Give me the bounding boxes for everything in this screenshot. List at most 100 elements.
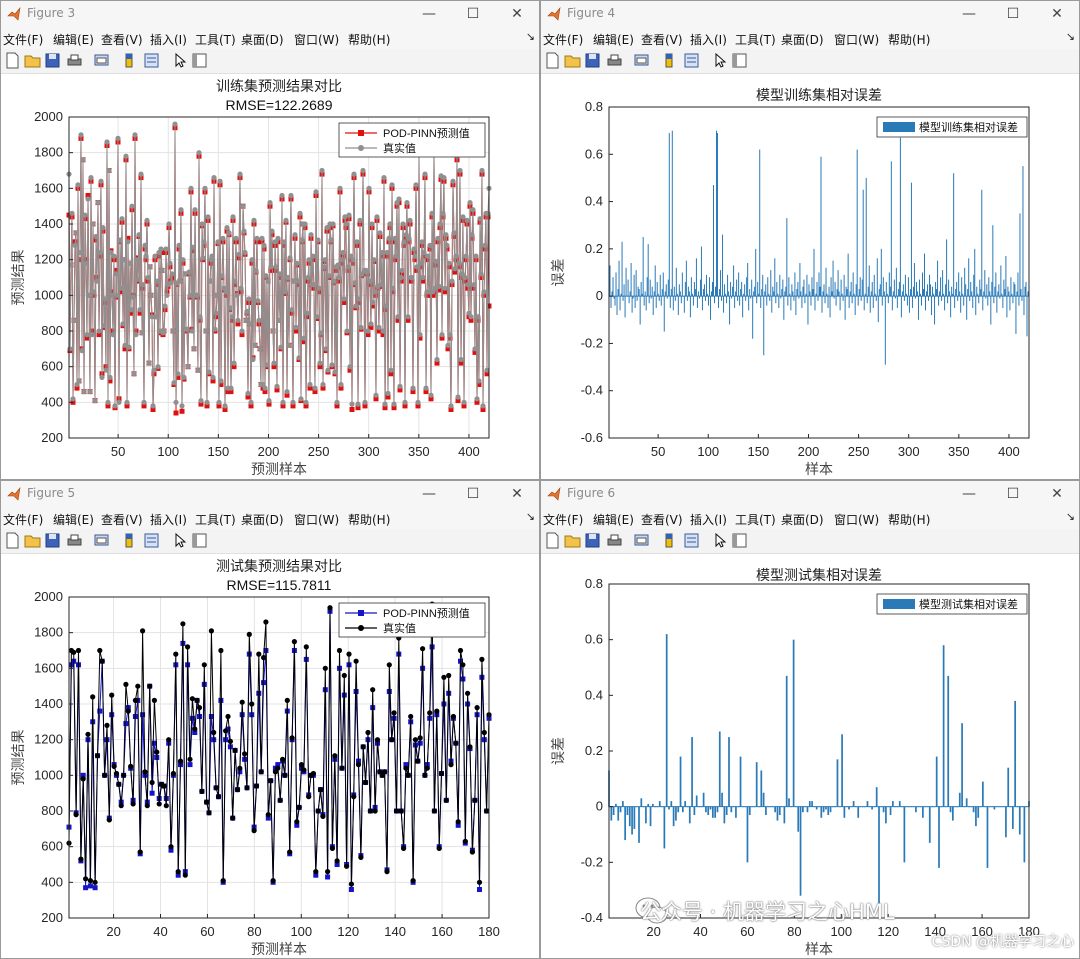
print-icon[interactable] bbox=[606, 532, 623, 549]
legend[interactable]: 模型测试集相对误差 bbox=[876, 593, 1028, 615]
menu-item[interactable]: 查看(V) bbox=[101, 511, 143, 528]
save-icon[interactable] bbox=[44, 532, 61, 549]
open-folder-icon[interactable] bbox=[24, 52, 41, 69]
save-icon[interactable] bbox=[584, 532, 601, 549]
menu-item[interactable]: 桌面(D) bbox=[781, 31, 824, 48]
menu-item[interactable]: 帮助(H) bbox=[348, 31, 390, 48]
menu-item[interactable]: 查看(V) bbox=[101, 31, 143, 48]
menu-item[interactable]: 查看(V) bbox=[641, 31, 683, 48]
pointer-icon[interactable] bbox=[711, 532, 728, 549]
open-folder-icon[interactable] bbox=[24, 532, 41, 549]
menu-item[interactable]: 工具(T) bbox=[195, 31, 236, 48]
maximize-button[interactable]: ☐ bbox=[451, 481, 495, 507]
new-file-icon[interactable] bbox=[4, 52, 21, 69]
close-button[interactable]: ✕ bbox=[495, 481, 539, 507]
print-icon[interactable] bbox=[606, 52, 623, 69]
menu-item[interactable]: 插入(I) bbox=[690, 31, 727, 48]
minimize-button[interactable]: — bbox=[947, 1, 991, 27]
property-editor-icon[interactable] bbox=[731, 52, 748, 69]
menu-item[interactable]: 窗口(W) bbox=[294, 31, 339, 48]
menu-item[interactable]: 桌面(D) bbox=[781, 511, 824, 528]
insert-colorbar-icon[interactable] bbox=[661, 52, 678, 69]
print-icon[interactable] bbox=[66, 532, 83, 549]
new-file-icon[interactable] bbox=[544, 532, 561, 549]
data-point bbox=[148, 292, 154, 298]
minimize-button[interactable]: — bbox=[407, 481, 451, 507]
print-preview-icon[interactable] bbox=[633, 532, 650, 549]
maximize-button[interactable]: ☐ bbox=[991, 1, 1035, 27]
menu-overflow-icon[interactable]: ↘ bbox=[526, 30, 535, 43]
maximize-button[interactable]: ☐ bbox=[451, 1, 495, 27]
print-preview-icon[interactable] bbox=[93, 532, 110, 549]
property-editor-icon[interactable] bbox=[191, 52, 208, 69]
menu-item[interactable]: 文件(F) bbox=[3, 511, 43, 528]
insert-legend-icon[interactable] bbox=[683, 532, 700, 549]
menu-item[interactable]: 编辑(E) bbox=[53, 31, 94, 48]
menu-item[interactable]: 工具(T) bbox=[735, 511, 776, 528]
property-editor-icon[interactable] bbox=[731, 532, 748, 549]
print-preview-icon[interactable] bbox=[93, 52, 110, 69]
maximize-button[interactable]: ☐ bbox=[991, 481, 1035, 507]
insert-colorbar-icon[interactable] bbox=[121, 532, 138, 549]
open-folder-icon[interactable] bbox=[564, 52, 581, 69]
title-bar[interactable]: Figure 3 — ☐ ✕ bbox=[1, 1, 539, 27]
menu-item[interactable]: 帮助(H) bbox=[888, 511, 930, 528]
title-bar[interactable]: Figure 4 — ☐ ✕ bbox=[541, 1, 1079, 27]
menu-item[interactable]: 插入(I) bbox=[150, 31, 187, 48]
close-button[interactable]: ✕ bbox=[1035, 481, 1079, 507]
menu-item[interactable]: 帮助(H) bbox=[348, 511, 390, 528]
menu-item[interactable]: 插入(I) bbox=[690, 511, 727, 528]
data-point bbox=[293, 324, 299, 330]
bar bbox=[910, 182, 912, 297]
menu-item[interactable]: 编辑(E) bbox=[593, 511, 634, 528]
new-file-icon[interactable] bbox=[544, 52, 561, 69]
new-file-icon[interactable] bbox=[4, 532, 21, 549]
data-point bbox=[220, 878, 226, 884]
menu-overflow-icon[interactable]: ↘ bbox=[1066, 30, 1075, 43]
menu-item[interactable]: 编辑(E) bbox=[593, 31, 634, 48]
bar bbox=[996, 296, 998, 313]
insert-legend-icon[interactable] bbox=[143, 532, 160, 549]
print-preview-icon[interactable] bbox=[633, 52, 650, 69]
menu-item[interactable]: 工具(T) bbox=[735, 31, 776, 48]
legend[interactable]: 模型训练集相对误差 bbox=[876, 116, 1028, 138]
menu-item[interactable]: 窗口(W) bbox=[834, 31, 879, 48]
pointer-icon[interactable] bbox=[171, 532, 188, 549]
property-editor-icon[interactable] bbox=[191, 532, 208, 549]
menu-item[interactable]: 文件(F) bbox=[543, 511, 583, 528]
close-button[interactable]: ✕ bbox=[495, 1, 539, 27]
bar bbox=[1023, 806, 1026, 863]
close-button[interactable]: ✕ bbox=[1035, 1, 1079, 27]
print-icon[interactable] bbox=[66, 52, 83, 69]
insert-colorbar-icon[interactable] bbox=[121, 52, 138, 69]
save-icon[interactable] bbox=[44, 52, 61, 69]
pointer-icon[interactable] bbox=[711, 52, 728, 69]
menu-item[interactable]: 桌面(D) bbox=[241, 511, 284, 528]
minimize-button[interactable]: — bbox=[407, 1, 451, 27]
legend[interactable]: POD-PINN预测值真实值 bbox=[338, 602, 486, 638]
menu-item[interactable]: 编辑(E) bbox=[53, 511, 94, 528]
data-point bbox=[294, 260, 300, 266]
menu-item[interactable]: 窗口(W) bbox=[834, 511, 879, 528]
pointer-icon[interactable] bbox=[171, 52, 188, 69]
menu-overflow-icon[interactable]: ↘ bbox=[526, 510, 535, 523]
menu-item[interactable]: 插入(I) bbox=[150, 511, 187, 528]
title-bar[interactable]: Figure 5 — ☐ ✕ bbox=[1, 481, 539, 507]
legend[interactable]: POD-PINN预测值真实值 bbox=[338, 122, 486, 158]
menu-item[interactable]: 桌面(D) bbox=[241, 31, 284, 48]
menu-item[interactable]: 文件(F) bbox=[543, 31, 583, 48]
menu-overflow-icon[interactable]: ↘ bbox=[1066, 510, 1075, 523]
title-bar[interactable]: Figure 6 — ☐ ✕ bbox=[541, 481, 1079, 507]
save-icon[interactable] bbox=[584, 52, 601, 69]
menu-item[interactable]: 查看(V) bbox=[641, 511, 683, 528]
open-folder-icon[interactable] bbox=[564, 532, 581, 549]
bar bbox=[631, 296, 633, 313]
menu-item[interactable]: 文件(F) bbox=[3, 31, 43, 48]
insert-colorbar-icon[interactable] bbox=[661, 532, 678, 549]
insert-legend-icon[interactable] bbox=[143, 52, 160, 69]
menu-item[interactable]: 工具(T) bbox=[195, 511, 236, 528]
menu-item[interactable]: 窗口(W) bbox=[294, 511, 339, 528]
menu-item[interactable]: 帮助(H) bbox=[888, 31, 930, 48]
insert-legend-icon[interactable] bbox=[683, 52, 700, 69]
minimize-button[interactable]: — bbox=[947, 481, 991, 507]
